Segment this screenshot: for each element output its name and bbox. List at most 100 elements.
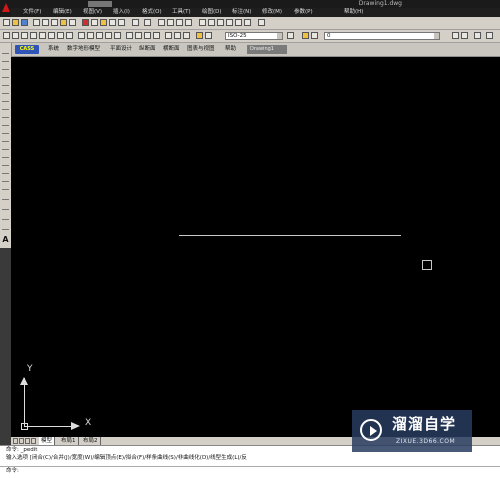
polygon-icon[interactable]	[2, 71, 9, 78]
multiline-text-icon[interactable]: A	[1, 235, 10, 245]
calculator-icon[interactable]	[244, 19, 251, 26]
match-properties-icon[interactable]	[109, 19, 116, 26]
layer-isolate-icon[interactable]	[474, 32, 481, 39]
jogged-linear-icon[interactable]	[153, 32, 160, 39]
aligned-dim-icon[interactable]	[12, 32, 19, 39]
arc-icon[interactable]	[2, 87, 9, 94]
menu-draw[interactable]: 绘图(D)	[202, 8, 222, 17]
copy-icon[interactable]	[91, 19, 98, 26]
line-tool-icon[interactable]	[2, 47, 9, 54]
cass-menu-plan[interactable]: 平面设计	[110, 43, 132, 56]
radius-dim-icon[interactable]	[39, 32, 46, 39]
open-folder-icon[interactable]	[12, 19, 19, 26]
menu-format[interactable]: 格式(O)	[142, 8, 162, 17]
menu-insert[interactable]: 插入(I)	[113, 8, 130, 17]
ordinate-dim-icon[interactable]	[30, 32, 37, 39]
construction-line-icon[interactable]	[2, 55, 9, 62]
sheet-set-icon[interactable]	[226, 19, 233, 26]
linear-dim-icon[interactable]	[3, 32, 10, 39]
menu-modify[interactable]: 修改(M)	[262, 8, 282, 17]
menu-dimension[interactable]: 标注(N)	[232, 8, 251, 17]
helix-icon[interactable]	[2, 223, 9, 230]
new-file-icon[interactable]	[3, 19, 10, 26]
quick-access-toolbar[interactable]	[88, 1, 112, 7]
chevron-down-icon[interactable]	[434, 33, 439, 39]
wipeout-icon[interactable]	[2, 203, 9, 210]
layer-unisolate-icon[interactable]	[486, 32, 493, 39]
app-menu-button[interactable]	[0, 0, 11, 17]
menu-file[interactable]: 文件(F)	[23, 8, 41, 17]
tab-layout-1[interactable]: 布局1	[59, 437, 79, 445]
boundary-icon[interactable]	[2, 193, 9, 200]
ellipse-icon[interactable]	[2, 119, 9, 126]
dim-space-icon[interactable]	[105, 32, 112, 39]
next-tab-icon[interactable]	[25, 438, 30, 444]
document-tab[interactable]: Drawing1	[247, 45, 287, 54]
help-icon[interactable]	[258, 19, 265, 26]
cass-menu-system[interactable]: 系统	[48, 43, 59, 56]
dim-text-edit-icon[interactable]	[174, 32, 181, 39]
layer-select[interactable]: 0	[324, 32, 440, 40]
zoom-previous-icon[interactable]	[185, 19, 192, 26]
block-editor-icon[interactable]	[118, 19, 125, 26]
menu-help[interactable]: 帮助(H)	[344, 8, 363, 17]
make-block-icon[interactable]	[2, 143, 9, 150]
undo-icon[interactable]	[132, 19, 139, 26]
cass-menu-tables[interactable]: 图表与视图	[187, 43, 215, 56]
dim-style-manager-icon[interactable]	[287, 32, 294, 39]
gradient-icon[interactable]	[2, 167, 9, 174]
region-icon[interactable]	[2, 175, 9, 182]
point-icon[interactable]	[2, 151, 9, 158]
command-input[interactable]: 命令:	[6, 468, 19, 475]
tolerance-icon[interactable]	[126, 32, 133, 39]
cass-menu-section[interactable]: 横断面	[163, 43, 180, 56]
angular-dim-icon[interactable]	[66, 32, 73, 39]
dim-edit-icon[interactable]	[165, 32, 172, 39]
pan-icon[interactable]	[158, 19, 165, 26]
spline-icon[interactable]	[2, 111, 9, 118]
dimstyle-select[interactable]: ISO-25	[225, 32, 283, 40]
quick-dim-icon[interactable]	[78, 32, 85, 39]
insert-block-icon[interactable]	[2, 135, 9, 142]
3d-dwf-icon[interactable]	[69, 19, 76, 26]
continue-dim-icon[interactable]	[96, 32, 103, 39]
polyline-icon[interactable]	[2, 63, 9, 70]
paste-icon[interactable]	[100, 19, 107, 26]
properties-icon[interactable]	[199, 19, 206, 26]
zoom-window-icon[interactable]	[176, 19, 183, 26]
layer-freeze-icon[interactable]	[311, 32, 318, 39]
inspection-icon[interactable]	[144, 32, 151, 39]
cass-menu-help[interactable]: 帮助	[225, 43, 236, 56]
plot-icon[interactable]	[60, 19, 67, 26]
redo-icon[interactable]	[144, 19, 151, 26]
drawing-canvas[interactable]: Y X	[11, 57, 500, 437]
table-icon[interactable]	[2, 183, 9, 190]
ellipse-arc-icon[interactable]	[2, 127, 9, 134]
dim-break-icon[interactable]	[114, 32, 121, 39]
prev-tab-icon[interactable]	[19, 438, 24, 444]
donut-icon[interactable]	[2, 213, 9, 220]
cass-menu-dtm[interactable]: 数字地形模型	[67, 43, 100, 56]
drawn-line-entity[interactable]	[179, 235, 401, 236]
center-mark-icon[interactable]	[135, 32, 142, 39]
publish-icon[interactable]	[51, 19, 58, 26]
menu-view[interactable]: 视图(V)	[83, 8, 102, 17]
zoom-realtime-icon[interactable]	[167, 19, 174, 26]
markup-icon[interactable]	[235, 19, 242, 26]
menu-parametric[interactable]: 参数(P)	[294, 8, 313, 17]
layer-properties-icon[interactable]	[196, 32, 203, 39]
circle-icon[interactable]	[2, 95, 9, 102]
cut-icon[interactable]	[82, 19, 89, 26]
design-center-icon[interactable]	[208, 19, 215, 26]
layer-state-icon[interactable]	[205, 32, 212, 39]
tool-palettes-icon[interactable]	[217, 19, 224, 26]
baseline-dim-icon[interactable]	[87, 32, 94, 39]
save-icon[interactable]	[21, 19, 28, 26]
print-icon[interactable]	[33, 19, 40, 26]
diameter-dim-icon[interactable]	[57, 32, 64, 39]
menu-tools[interactable]: 工具(T)	[172, 8, 191, 17]
jogged-dim-icon[interactable]	[48, 32, 55, 39]
layer-on-icon[interactable]	[302, 32, 309, 39]
rectangle-icon[interactable]	[2, 79, 9, 86]
arc-length-icon[interactable]	[21, 32, 28, 39]
